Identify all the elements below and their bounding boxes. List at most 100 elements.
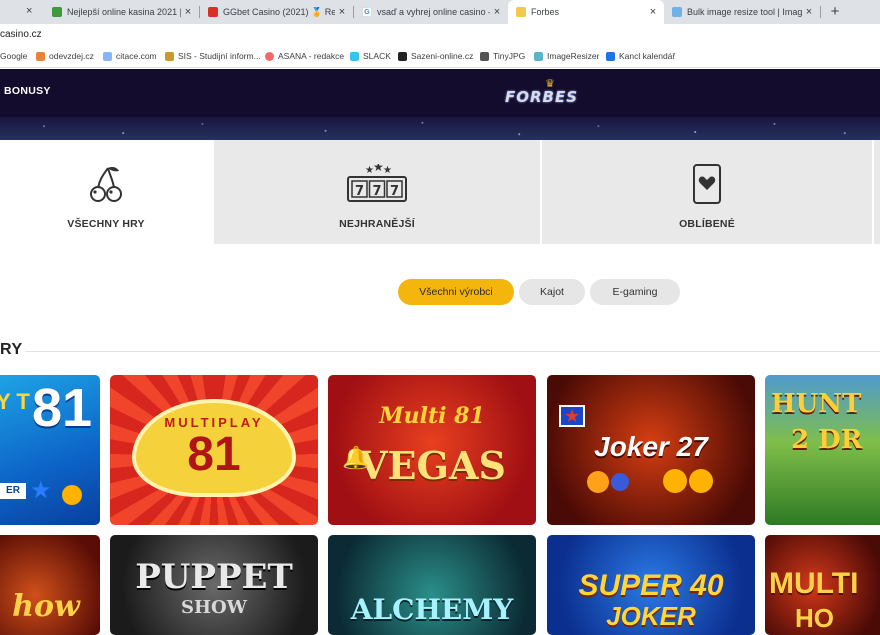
close-icon[interactable]: × — [802, 6, 816, 18]
tab-favicon-icon — [672, 7, 682, 17]
bookmark-odevzdej[interactable]: odevzdej.cz — [36, 51, 94, 61]
tab-divider — [872, 140, 874, 244]
game-tile-81[interactable]: Y T 81 ER ★ — [0, 375, 100, 525]
bookmark-sazeni[interactable]: Sazeni-online.cz — [398, 51, 473, 61]
panda-icon — [480, 51, 489, 61]
url-text[interactable]: casino.cz — [0, 29, 42, 40]
bookmark-icon — [398, 51, 407, 61]
bookmark-label: ImageResizer — [547, 51, 600, 61]
close-icon[interactable]: × — [490, 6, 504, 18]
bell-icon: 🔔 — [342, 445, 370, 470]
tab-favicon-icon — [208, 7, 218, 17]
calendar-icon — [606, 51, 615, 61]
bookmark-icon — [36, 51, 45, 61]
game-tile-multi[interactable]: MULTI HO — [765, 535, 880, 635]
section-divider — [26, 351, 880, 352]
nav-link-bonusy[interactable]: BONUSY — [4, 85, 51, 97]
bookmarks-bar: Google odevzdej.cz citace.com SIS - Stud… — [0, 46, 880, 68]
bookmark-icon — [534, 51, 543, 61]
bookmark-tinyjpg[interactable]: TinyJPG — [480, 51, 525, 61]
site-header: BONUSY ♛ FORBES — [0, 69, 880, 140]
google-icon: G — [362, 7, 372, 17]
cherries-icon — [86, 162, 126, 206]
browser-tab-bar: × Nejlepší online kasina 2021 | Vš × GGb… — [0, 0, 880, 24]
tab-divider — [820, 6, 821, 18]
tab-oblibene[interactable]: OBLÍBENÉ — [542, 140, 872, 244]
game-title: 81 — [32, 378, 93, 438]
filter-e-gaming[interactable]: E-gaming — [590, 279, 680, 305]
bookmark-icon — [103, 51, 112, 61]
bookmark-label: odevzdej.cz — [49, 51, 94, 61]
bookmark-label: ASANA - redakce — [278, 51, 345, 61]
tab-1[interactable]: Nejlepší online kasina 2021 | Vš × — [44, 0, 199, 24]
forbes-logo[interactable]: ♛ FORBES — [505, 77, 597, 107]
tab-divider — [540, 140, 542, 244]
game-subtitle: SHOW — [181, 597, 247, 618]
game-subtitle: HO — [795, 603, 834, 633]
bookmark-kalendar[interactable]: Kancl kalendář — [606, 51, 675, 61]
game-tile-hunter[interactable]: HUNT 2 DR — [765, 375, 880, 525]
tab-active-forbes[interactable]: Forbes × — [508, 0, 664, 24]
bookmark-label: Google — [0, 51, 28, 61]
svg-text:★: ★ — [383, 165, 392, 176]
address-bar[interactable]: casino.cz — [0, 24, 880, 46]
close-icon[interactable]: × — [181, 6, 195, 18]
bookmark-label: SIS - Studijní inform... — [178, 51, 261, 61]
tab-title: Forbes — [531, 7, 560, 17]
game-subtitle: Multi 81 — [379, 403, 485, 429]
game-tile-multiplay-81[interactable]: MULTIPLAY 81 — [110, 375, 318, 525]
bookmark-google[interactable]: Google — [0, 51, 27, 61]
game-title: 81 — [187, 428, 241, 481]
tab-title: Bulk image resize tool | ImageRe — [687, 7, 802, 17]
bookmark-icon — [165, 51, 174, 61]
filter-vsichni-vyrobci[interactable]: Všechni výrobci — [398, 279, 514, 305]
new-tab-button[interactable]: + — [826, 2, 844, 22]
game-title: SUPER 40 — [578, 569, 724, 602]
tab-nejhranejsi[interactable]: ★ ★ ★ 7 7 7 NEJHRANĚJŠÍ — [214, 140, 540, 244]
section-title: RY — [0, 341, 23, 358]
tab-vsechny-hry[interactable]: VŠECHNY HRY — [0, 140, 212, 244]
close-icon[interactable]: × — [26, 5, 32, 17]
heart-card-icon — [691, 162, 723, 206]
bookmark-asana[interactable]: ASANA - redakce — [265, 51, 344, 61]
game-title: ALCHEMY — [350, 593, 514, 626]
tab-5[interactable]: Bulk image resize tool | ImageRe × — [664, 0, 820, 24]
orange-icon — [587, 471, 609, 493]
bookmark-citace[interactable]: citace.com — [103, 51, 157, 61]
bookmark-label: SLACK — [363, 51, 391, 61]
close-icon[interactable]: × — [335, 6, 349, 18]
bookmark-sis[interactable]: SIS - Studijní inform... — [165, 51, 261, 61]
header-nav-band — [0, 69, 880, 117]
starry-banner — [0, 117, 880, 140]
game-subtitle: 2 DR — [791, 425, 863, 455]
crown-favicon-icon — [516, 7, 526, 17]
bookmark-label: TinyJPG — [493, 51, 526, 61]
bookmark-slack[interactable]: SLACK — [350, 51, 391, 61]
coin-icon — [62, 485, 82, 505]
game-title: how — [12, 589, 80, 624]
coin-icon — [689, 469, 713, 493]
tab-favicon-icon — [52, 7, 62, 17]
tab-title: GGbet Casino (2021) 🏅 Review — [223, 6, 335, 17]
tab-2[interactable]: GGbet Casino (2021) 🏅 Review × — [200, 0, 353, 24]
coin-icon — [663, 469, 687, 493]
close-icon[interactable]: × — [646, 6, 660, 18]
tab-label: VŠECHNY HRY — [67, 218, 145, 230]
game-tile-puppet-show[interactable]: PUPPET SHOW — [110, 535, 318, 635]
game-tile-multi-vegas[interactable]: Multi 81 VEGAS 🔔 — [328, 375, 536, 525]
star-badge: ★ — [559, 405, 585, 427]
bookmark-label: Kancl kalendář — [619, 51, 676, 61]
slot-777-icon: ★ ★ ★ 7 7 7 — [346, 162, 408, 206]
game-title: HUNT — [771, 389, 862, 419]
game-tile-show[interactable]: how — [0, 535, 100, 635]
asana-icon — [265, 51, 274, 61]
bookmark-imageresizer[interactable]: ImageResizer — [534, 51, 599, 61]
game-tile-alchemy[interactable]: ALCHEMY — [328, 535, 536, 635]
tab-3[interactable]: G vsaď a vyhrej online casino – Vyh × — [354, 0, 508, 24]
category-tabs: VŠECHNY HRY ★ ★ ★ 7 7 7 NEJHRANĚJŠÍ OBLÍ… — [0, 140, 880, 244]
game-tile-super-joker-40[interactable]: SUPER 40 JOKER — [547, 535, 755, 635]
tab-title: vsaď a vyhrej online casino – Vyh — [377, 7, 490, 17]
tab-label: NEJHRANĚJŠÍ — [339, 218, 415, 230]
filter-kajot[interactable]: Kajot — [519, 279, 585, 305]
game-tile-joker-27[interactable]: ★ Joker 27 — [547, 375, 755, 525]
